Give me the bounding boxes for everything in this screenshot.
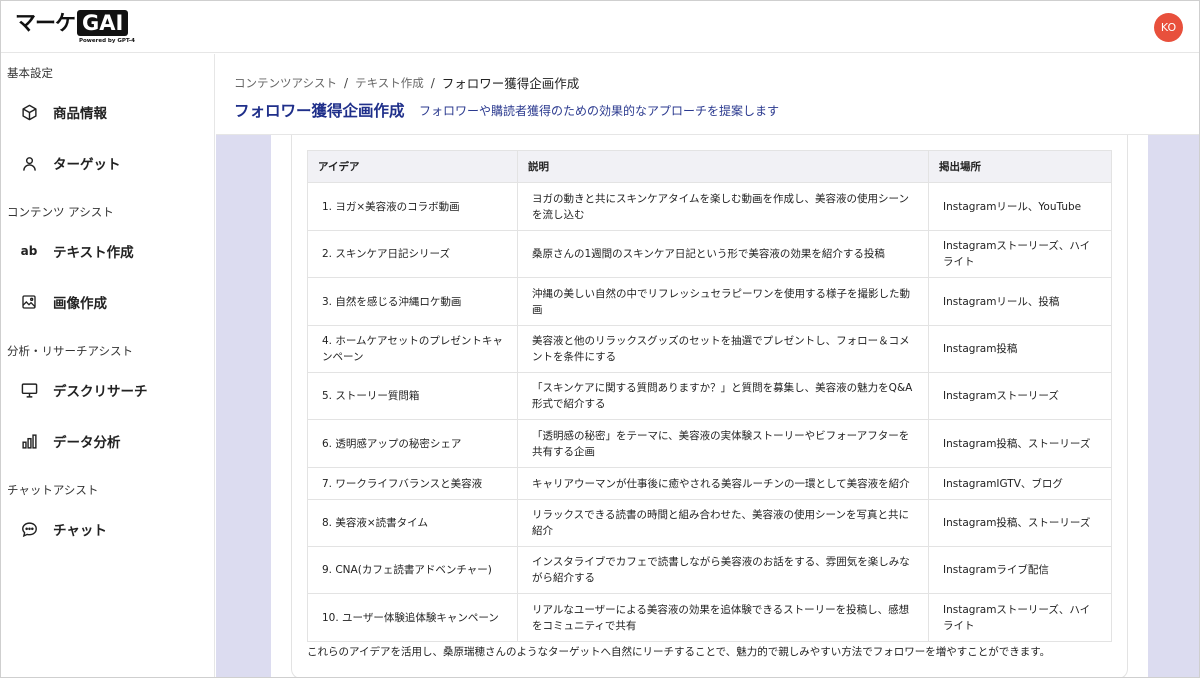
- sidebar-item-label: 商品情報: [53, 106, 107, 122]
- idea-cell: 10. ユーザー体験追体験キャンペーン: [307, 593, 518, 642]
- placement-cell: Instagram投稿、ストーリーズ: [928, 419, 1112, 468]
- description-cell: 美容液と他のリラックスグッズのセットを抽選でプレゼントし、フォロー＆コメントを条…: [517, 325, 929, 373]
- top-bar: マーケ GAI Powered by GPT-4 KO: [1, 1, 1199, 53]
- table-row: 4. ホームケアセットのプレゼントキャンペーン 美容液と他のリラックスグッズのセ…: [307, 325, 1112, 373]
- table-row: 3. 自然を感じる沖縄ロケ動画 沖縄の美しい自然の中でリフレッシュセラピーワンを…: [307, 277, 1112, 326]
- sidebar-section-chat: チャットアシスト: [7, 483, 99, 497]
- table-row: 1. ヨガ×美容液のコラボ動画 ヨガの動きと共にスキンケアタイムを楽しむ動画を作…: [307, 182, 1112, 231]
- idea-cell: 9. CNA(カフェ読書アドベンチャー): [307, 546, 518, 594]
- placement-cell: Instagramストーリーズ、ハイライト: [928, 230, 1112, 278]
- ideas-table: アイデア 説明 掲出場所 1. ヨガ×美容液のコラボ動画 ヨガの動きと共にスキン…: [307, 150, 1112, 642]
- sidebar-item-data-analysis[interactable]: データ分析: [1, 421, 214, 461]
- breadcrumb-separator: /: [344, 75, 349, 90]
- sidebar-item-label: テキスト作成: [53, 245, 134, 261]
- ab-text-icon: ab: [20, 244, 38, 258]
- description-cell: ヨガの動きと共にスキンケアタイムを楽しむ動画を作成し、美容液の使用シーンを流し込…: [517, 182, 929, 231]
- idea-cell: 7. ワークライフバランスと美容液: [307, 467, 518, 500]
- sidebar-section-basic: 基本設定: [7, 66, 53, 80]
- monitor-icon: [20, 381, 38, 399]
- user-avatar[interactable]: KO: [1154, 13, 1183, 42]
- breadcrumb-separator: /: [430, 75, 435, 90]
- sidebar-section-analysis: 分析・リサーチアシスト: [7, 344, 134, 358]
- breadcrumb-item[interactable]: テキスト作成: [355, 75, 424, 91]
- table-row: 7. ワークライフバランスと美容液 キャリアウーマンが仕事後に癒やされる美容ルー…: [307, 467, 1112, 500]
- sidebar-item-desk-research[interactable]: デスクリサーチ: [1, 370, 214, 410]
- table-row: 2. スキンケア日記シリーズ 桑原さんの1週間のスキンケア日記という形で美容液の…: [307, 230, 1112, 278]
- logo-badge: GAI: [77, 10, 129, 36]
- sidebar-item-label: ターゲット: [53, 157, 121, 173]
- placement-cell: Instagramリール、YouTube: [928, 182, 1112, 231]
- sidebar-item-label: デスクリサーチ: [53, 384, 148, 400]
- idea-cell: 4. ホームケアセットのプレゼントキャンペーン: [307, 325, 518, 373]
- app-logo[interactable]: マーケ GAI Powered by GPT-4: [15, 10, 135, 46]
- placement-cell: Instagramストーリーズ: [928, 372, 1112, 420]
- idea-cell: 8. 美容液×読書タイム: [307, 499, 518, 547]
- breadcrumb-current: フォロワー獲得企画作成: [441, 76, 580, 91]
- table-header-row: アイデア 説明 掲出場所: [307, 150, 1112, 183]
- app-window: マーケ GAI Powered by GPT-4 KO 基本設定 商品情報 ター…: [0, 0, 1200, 678]
- bar-chart-icon: [20, 432, 38, 450]
- placement-cell: Instagram投稿、ストーリーズ: [928, 499, 1112, 547]
- logo-subtitle: Powered by GPT-4: [79, 38, 135, 44]
- description-cell: リアルなユーザーによる美容液の効果を追体験できるストーリーを投稿し、感想をコミュ…: [517, 593, 929, 642]
- sidebar-item-product-info[interactable]: 商品情報: [1, 92, 214, 132]
- page-description: フォロワーや購読者獲得のための効果的なアプローチを提案します: [419, 104, 780, 118]
- cube-icon: [20, 103, 38, 121]
- placement-cell: Instagram投稿: [928, 325, 1112, 373]
- sidebar-item-chat[interactable]: チャット: [1, 509, 214, 549]
- sidebar: 基本設定 商品情報 ターゲット コンテンツ アシスト ab テキスト作成 画像作…: [1, 54, 215, 677]
- page-title: フォロワー獲得企画作成: [234, 102, 405, 120]
- description-cell: 沖縄の美しい自然の中でリフレッシュセラピーワンを使用する様子を撮影した動画: [517, 277, 929, 326]
- sidebar-item-image-creation[interactable]: 画像作成: [1, 282, 214, 322]
- description-cell: 「スキンケアに関する質問ありますか？」と質問を募集し、美容液の魅力をQ&A形式で…: [517, 372, 929, 420]
- sidebar-item-label: 画像作成: [53, 296, 107, 312]
- placement-cell: Instagramストーリーズ、ハイライト: [928, 593, 1112, 642]
- person-icon: [20, 154, 38, 172]
- sidebar-item-label: チャット: [53, 523, 107, 539]
- logo-text: マーケ: [15, 11, 76, 35]
- page-header: コンテンツアシスト / テキスト作成 / フォロワー獲得企画作成 フォロワー獲得…: [216, 54, 1199, 135]
- sidebar-item-label: データ分析: [53, 435, 121, 451]
- table-row: 10. ユーザー体験追体験キャンペーン リアルなユーザーによる美容液の効果を追体…: [307, 593, 1112, 642]
- image-icon: [20, 293, 38, 311]
- sidebar-item-target[interactable]: ターゲット: [1, 143, 214, 183]
- breadcrumb: コンテンツアシスト / テキスト作成 / フォロワー獲得企画作成: [234, 73, 579, 92]
- column-header-description: 説明: [517, 150, 929, 183]
- sidebar-section-content: コンテンツ アシスト: [7, 205, 114, 219]
- placement-cell: InstagramIGTV、ブログ: [928, 467, 1112, 500]
- table-row: 9. CNA(カフェ読書アドベンチャー) インスタライブでカフェで読書しながら美…: [307, 546, 1112, 594]
- description-cell: インスタライブでカフェで読書しながら美容液のお話をする、雰囲気を楽しみながら紹介…: [517, 546, 929, 594]
- breadcrumb-item[interactable]: コンテンツアシスト: [234, 75, 337, 91]
- description-cell: 桑原さんの1週間のスキンケア日記という形で美容液の効果を紹介する投稿: [517, 230, 929, 278]
- description-cell: キャリアウーマンが仕事後に癒やされる美容ルーチンの一環として美容液を紹介: [517, 467, 929, 500]
- sidebar-item-text-creation[interactable]: ab テキスト作成: [1, 231, 214, 271]
- idea-cell: 2. スキンケア日記シリーズ: [307, 230, 518, 278]
- description-cell: リラックスできる読書の時間と組み合わせた、美容液の使用シーンを写真と共に紹介: [517, 499, 929, 547]
- table-row: 8. 美容液×読書タイム リラックスできる読書の時間と組み合わせた、美容液の使用…: [307, 499, 1112, 547]
- description-cell: 「透明感の秘密」をテーマに、美容液の実体験ストーリーやビフォーアフターを共有する…: [517, 419, 929, 468]
- chat-bubble-icon: [20, 520, 38, 538]
- summary-note: これらのアイデアを活用し、桑原瑞穂さんのようなターゲットへ自然にリーチすることで…: [307, 646, 1051, 658]
- idea-cell: 6. 透明感アップの秘密シェア: [307, 419, 518, 468]
- idea-cell: 3. 自然を感じる沖縄ロケ動画: [307, 277, 518, 326]
- placement-cell: Instagramリール、投稿: [928, 277, 1112, 326]
- idea-cell: 1. ヨガ×美容液のコラボ動画: [307, 182, 518, 231]
- idea-cell: 5. ストーリー質問箱: [307, 372, 518, 420]
- placement-cell: Instagramライブ配信: [928, 546, 1112, 594]
- column-header-placement: 掲出場所: [928, 150, 1112, 183]
- column-header-idea: アイデア: [307, 150, 518, 183]
- table-row: 6. 透明感アップの秘密シェア 「透明感の秘密」をテーマに、美容液の実体験ストー…: [307, 419, 1112, 468]
- table-row: 5. ストーリー質問箱 「スキンケアに関する質問ありますか？」と質問を募集し、美…: [307, 372, 1112, 420]
